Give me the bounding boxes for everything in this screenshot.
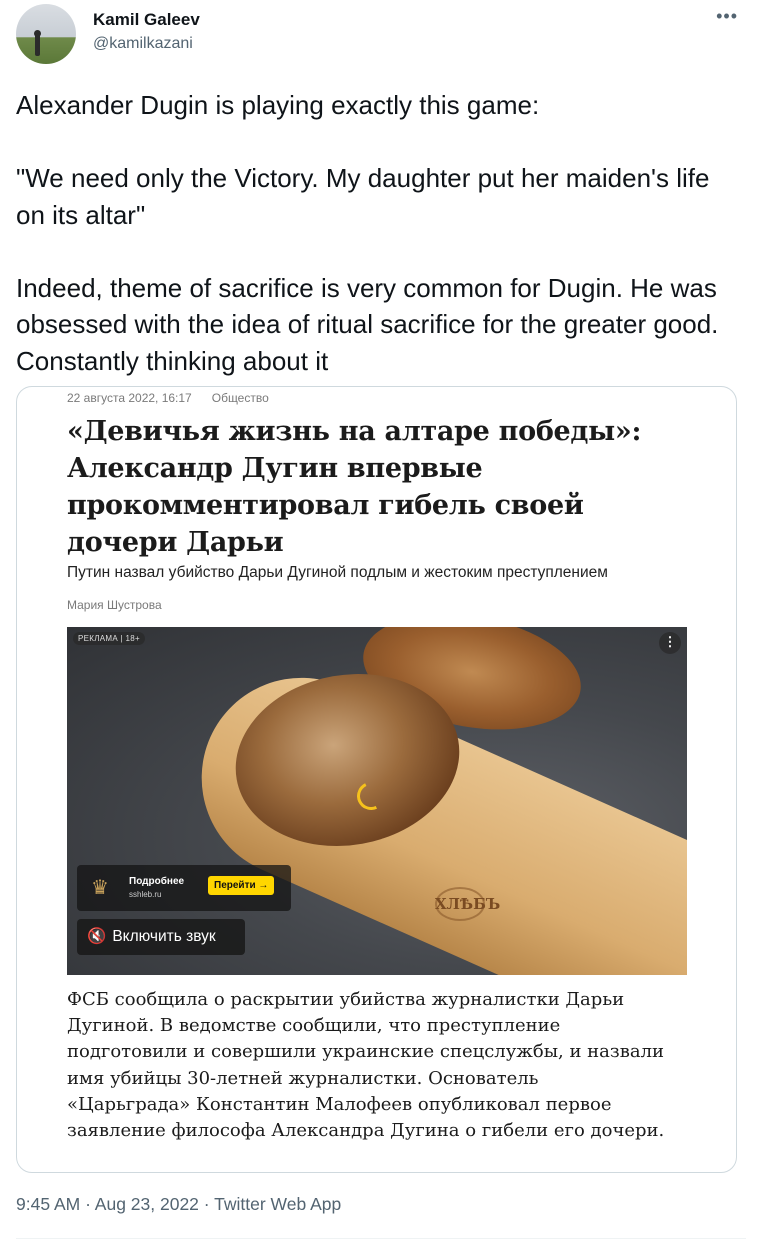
muted-speaker-icon: 🔇 [87,928,107,945]
author-handle[interactable]: @kamilkazani [93,34,200,54]
tweet-text: Alexander Dugin is playing exactly this … [16,90,719,376]
author-names: Kamil Galeev @kamilkazani [93,10,200,54]
avatar-figure-body [35,34,40,56]
unmute-button[interactable]: 🔇 Включить звук [77,919,245,955]
brand-wordmark: ХЛѢБЪ [435,895,501,913]
tweet-header: Kamil Galeev @kamilkazani ••• [16,4,746,64]
article-headline: «Девичья жизнь на алтаре победы»: Алекса… [67,416,642,558]
article-meta: 22 августа 2022, 16:17 Общество [67,391,269,405]
ad-banner[interactable]: ХЛѢБЪ РЕКЛАМА | 18+ ⋮ ♛ Подробнее sshleb… [67,627,687,975]
article-date: 22 августа 2022, 16:17 [67,391,192,405]
divider [16,1238,746,1239]
more-horizontal-icon[interactable]: ••• [716,6,738,27]
ad-domain: sshleb.ru [129,890,162,899]
author-display-name[interactable]: Kamil Galeev [93,10,200,30]
avatar[interactable] [16,4,76,64]
ad-label: РЕКЛАМА | 18+ [73,632,145,645]
article-author: Мария Шустрова [67,598,162,612]
ad-menu-icon[interactable]: ⋮ [659,632,681,654]
ad-go-button[interactable]: Перейти → [208,876,275,895]
article-card[interactable]: 22 августа 2022, 16:17 Общество «Девичья … [16,386,737,1173]
article-body: ФСБ сообщила о раскрытии убийства журнал… [67,989,665,1142]
ad-cta-box[interactable]: ♛ Подробнее sshleb.ru Перейти → [77,865,291,911]
article-category[interactable]: Общество [212,391,269,405]
ad-more-label[interactable]: Подробнее [129,876,184,887]
advertiser-logo-icon: ♛ [91,877,109,899]
article-subtitle: Путин назвал убийство Дарьи Дугиной подл… [67,564,608,581]
tweet-timestamp[interactable]: 9:45 AM · Aug 23, 2022 · Twitter Web App [16,1194,341,1215]
unmute-label: Включить звук [112,928,216,945]
